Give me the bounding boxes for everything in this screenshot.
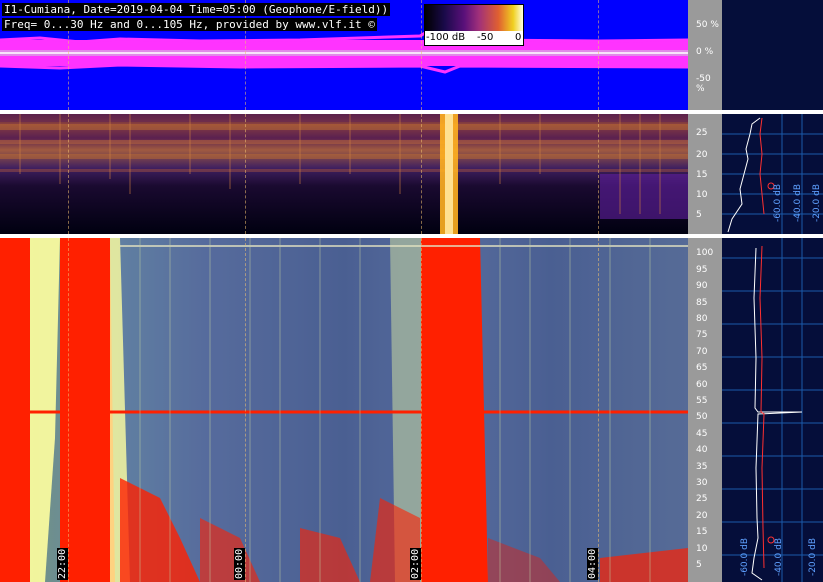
- time-label-0200: 02:00: [410, 548, 421, 580]
- high-freq-tick: 75: [696, 330, 708, 340]
- low-freq-tick: 25: [696, 128, 708, 138]
- waveform-trace: [0, 28, 688, 74]
- low-freq-tick: 5: [696, 210, 702, 220]
- high-freq-tick: 55: [696, 396, 708, 406]
- high-freq-tick: 25: [696, 494, 708, 504]
- low-freq-spectrogram: [0, 114, 688, 234]
- waveform-tick: 0 %: [696, 47, 714, 57]
- high-freq-profile-panel: -60.0 dB -40.0 dB -20.0 dB: [722, 238, 823, 582]
- waveform-tick: -50 %: [696, 74, 711, 94]
- high-freq-tick: 10: [696, 544, 708, 554]
- high-freq-tick: 85: [696, 298, 708, 308]
- high-freq-tick: 15: [696, 527, 708, 537]
- colorbar-legend: -100 dB -50 0: [424, 4, 524, 46]
- high-freq-tick: 5: [696, 560, 702, 570]
- high-freq-tick: 60: [696, 380, 708, 390]
- high-freq-tick: 80: [696, 314, 708, 324]
- high-freq-tick: 30: [696, 478, 708, 488]
- time-label-0400: 04:00: [587, 548, 598, 580]
- high-freq-tick: 70: [696, 347, 708, 357]
- high-freq-tick: 95: [696, 265, 708, 275]
- header-frequency-line: Freq= 0...30 Hz and 0...105 Hz, provided…: [2, 18, 377, 31]
- profile-bottom-db-tick: -20.0 dB: [808, 538, 818, 577]
- low-freq-tick: 20: [696, 150, 708, 160]
- high-freq-tick: 35: [696, 462, 708, 472]
- profile-top-db-tick: -60.0 dB: [773, 184, 783, 223]
- time-label-2200: 22:00: [57, 548, 68, 580]
- low-freq-tick: 15: [696, 170, 708, 180]
- low-freq-scale: 25 20 15 10 5: [688, 114, 722, 234]
- profile-bottom-db-tick: -40.0 dB: [774, 538, 784, 577]
- waveform-right-blank: [722, 0, 823, 110]
- high-freq-tick: 45: [696, 429, 708, 439]
- low-freq-profile-panel: -60.0 dB -40.0 dB -20.0 dB: [722, 114, 823, 234]
- colorbar-gradient: [425, 5, 523, 31]
- high-freq-tick: 20: [696, 511, 708, 521]
- waveform-tick: 50 %: [696, 20, 719, 30]
- profile-bottom-db-tick: -60.0 dB: [740, 538, 750, 577]
- header-title-line: I1-Cumiana, Date=2019-04-04 Time=05:00 (…: [2, 3, 391, 16]
- profile-top-db-tick: -20.0 dB: [812, 184, 822, 223]
- colorbar-min-label: -100 dB: [426, 32, 466, 43]
- high-freq-tick: 65: [696, 363, 708, 373]
- profile-top-db-tick: -40.0 dB: [793, 184, 803, 223]
- time-label-0000: 00:00: [234, 548, 245, 580]
- colorbar-max-label: 0: [515, 32, 522, 43]
- high-freq-spectrogram: [0, 238, 688, 582]
- waveform-panel: [0, 0, 688, 110]
- high-freq-tick: 100: [696, 248, 714, 258]
- high-freq-tick: 50: [696, 412, 708, 422]
- high-freq-scale: 100 95 90 85 80 75 70 65 60 55 50 45 40 …: [688, 238, 722, 582]
- high-freq-tick: 90: [696, 281, 708, 291]
- low-freq-tick: 10: [696, 190, 708, 200]
- waveform-scale: 50 % 0 % -50 %: [688, 0, 722, 110]
- colorbar-mid-label: -50: [477, 32, 494, 43]
- high-freq-tick: 40: [696, 445, 708, 455]
